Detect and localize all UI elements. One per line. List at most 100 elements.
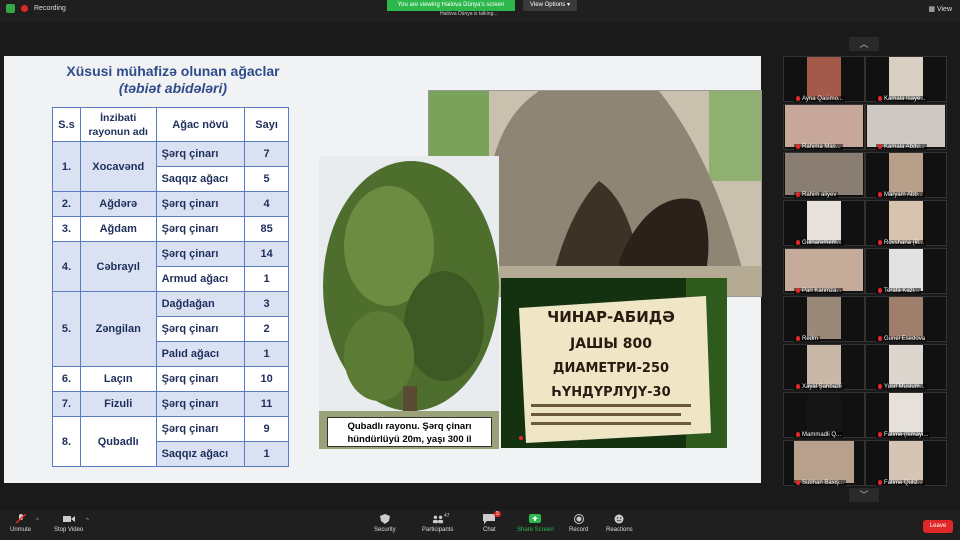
participant-video	[889, 345, 923, 387]
participant-tile[interactable]: Maryam Abb...	[865, 152, 947, 198]
audio-options-chevron[interactable]: ^	[36, 518, 39, 524]
share-screen-button[interactable]: Share Screen	[517, 514, 554, 533]
row-district: Qubadlı	[79, 416, 157, 467]
row-district: Laçın	[79, 366, 157, 392]
participant-name: Rovshana (lit...	[884, 240, 925, 246]
header-district: İnzibati rayonun adı	[79, 107, 157, 142]
muted-mic-icon	[796, 287, 800, 293]
header-num: S.s	[52, 107, 81, 142]
muted-mic-icon	[878, 143, 882, 149]
people-icon	[432, 515, 443, 524]
participant-tile[interactable]: Rahima Mas...	[783, 104, 865, 150]
unmute-button[interactable]: Unmute	[10, 514, 31, 533]
row-count: 3	[244, 291, 289, 317]
row-count: 4	[244, 191, 289, 217]
row-count: 2	[244, 316, 289, 342]
muted-mic-icon	[878, 95, 882, 101]
participants-button[interactable]: 47 Participants	[422, 513, 453, 533]
participant-gallery: ︿ Ayna Qasimo... Kamala Isaye... Rahima …	[773, 37, 960, 503]
participant-video	[807, 57, 841, 99]
slide-subtitle: (təbiət abidələri)	[118, 80, 228, 96]
view-options-button[interactable]: View Options ▾	[523, 0, 577, 11]
row-tree: Armud ağacı	[155, 266, 246, 292]
participant-video	[785, 105, 863, 147]
participant-tile[interactable]: Redm	[783, 296, 865, 342]
participant-tile[interactable]: Gulnaremem...	[783, 200, 865, 246]
shield-icon[interactable]	[6, 4, 15, 13]
monument-sign-illustration: ЧИНАР-АБИДӘ ЈАШЫ 800 ДИАМЕТРИ-250 ҺҮНДҮР…	[501, 278, 727, 448]
participant-video	[785, 153, 863, 195]
muted-mic-icon	[796, 431, 800, 437]
talking-tooltip: Hailova Dünya is talking...	[440, 11, 498, 17]
muted-mic-icon	[878, 335, 882, 341]
row-count: 7	[244, 141, 289, 167]
chat-button[interactable]: 3 Chat	[483, 511, 501, 533]
video-camera-icon	[62, 516, 75, 522]
row-count: 10	[244, 366, 289, 392]
security-button[interactable]: Security	[374, 514, 396, 533]
participant-tile[interactable]: Xayal Şahbazli	[783, 344, 865, 390]
meeting-toolbar: Unmute ^ Stop Video ^ Security 47 Partic…	[0, 510, 960, 540]
participant-video	[785, 249, 863, 291]
participant-tile[interactable]: Fatime (Ismayi...	[865, 392, 947, 438]
trees-table: S.s İnzibati rayonun adı Ağac növü Sayı …	[52, 107, 289, 467]
table-header-row: S.s İnzibati rayonun adı Ağac növü Sayı	[52, 107, 289, 142]
gallery-scroll-up-button[interactable]: ︿	[849, 37, 879, 51]
participant-name: Fatime (Ismayi...	[884, 432, 929, 438]
participant-name: Rahim aliyev	[802, 192, 837, 198]
leave-button[interactable]: Leave	[923, 520, 953, 533]
sign-line-2: ЈАШЫ 800	[569, 336, 652, 352]
participant-tile[interactable]: Rovshana (lit...	[865, 200, 947, 246]
participant-tile[interactable]: Subhan Baxiş...	[783, 440, 865, 486]
participant-tile[interactable]: Kamala Isaye...	[865, 56, 947, 102]
participant-tile[interactable]: Yusif Muslum...	[865, 344, 947, 390]
muted-mic-icon	[796, 239, 800, 245]
participant-tile[interactable]: Ayna Qasimo...	[783, 56, 865, 102]
photo-caption: Qubadlı rayonu. Şərq çinarı hündürlüyü 2…	[327, 417, 492, 447]
row-num: 8.	[52, 416, 81, 467]
recording-indicator: Recording	[6, 4, 66, 13]
row-count: 5	[244, 166, 289, 192]
row-tree: Şərq çinarı	[155, 241, 246, 267]
participant-video	[889, 57, 923, 99]
participant-tile[interactable]: Kamala Abdu...	[865, 104, 947, 150]
muted-mic-icon	[878, 287, 882, 293]
participant-tile[interactable]: Rahim aliyev	[783, 152, 865, 198]
record-button[interactable]: Record	[569, 514, 588, 533]
participant-video	[889, 153, 923, 195]
table-row: 6. Laçın Şərq çinarı 10	[52, 366, 289, 392]
table-row: 7. Fizuli Şərq çinarı 11	[52, 391, 289, 417]
gallery-scroll-down-button[interactable]: ﹀	[849, 488, 879, 502]
stop-video-button[interactable]: Stop Video	[54, 514, 83, 533]
row-count: 1	[244, 341, 289, 367]
muted-mic-icon	[796, 335, 800, 341]
video-options-chevron[interactable]: ^	[86, 518, 89, 524]
caption-line-1: Qubadlı rayonu. Şərq çinarı	[347, 421, 472, 432]
tall-tree-illustration	[319, 156, 499, 449]
participant-name: Xayal Şahbazli	[802, 384, 842, 390]
participant-video	[807, 201, 841, 243]
participant-name: Maryam Abb...	[884, 192, 923, 198]
share-screen-icon	[529, 514, 542, 523]
participant-video	[807, 393, 841, 435]
monument-sign-photo: ЧИНАР-АБИДӘ ЈАШЫ 800 ДИАМЕТРИ-250 ҺҮНДҮР…	[501, 278, 727, 448]
participant-name: Ayna Qasimo...	[802, 96, 843, 102]
tall-tree-photo	[319, 156, 499, 449]
participant-tile[interactable]: Gunel Esedova	[865, 296, 947, 342]
participant-video	[889, 201, 923, 243]
participant-tile[interactable]: Pari Karimza...	[783, 248, 865, 294]
participant-tile[interactable]: Fatime Quliz...	[865, 440, 947, 486]
reactions-button[interactable]: Reactions	[606, 514, 633, 533]
chat-badge: 3	[493, 511, 501, 517]
muted-mic-icon	[796, 191, 800, 197]
row-count: 11	[244, 391, 289, 417]
view-button[interactable]: ▦ View	[928, 5, 952, 13]
sign-line-4: ҺҮНДҮРЛҮЈҮ-30	[551, 385, 670, 400]
caption-line-2: hündürlüyü 20m, yaşı 300 il	[347, 434, 472, 445]
participant-tile[interactable]: Mammadli Q...	[783, 392, 865, 438]
participant-tile[interactable]: Terafa Kazi...	[865, 248, 947, 294]
muted-mic-icon	[878, 431, 882, 437]
chevron-down-icon: ﹀	[859, 490, 869, 500]
sign-line-3: ДИАМЕТРИ-250	[553, 361, 669, 376]
row-tree: Şərq çinarı	[155, 141, 246, 167]
